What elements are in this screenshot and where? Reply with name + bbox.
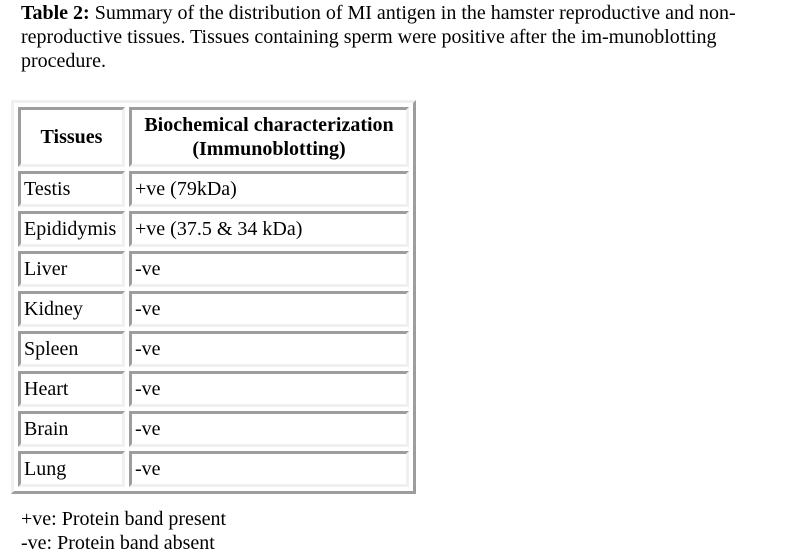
tissue-cell: Liver [18, 251, 125, 287]
header-biochemical-line1: Biochemical characterization [144, 114, 394, 136]
result-cell: -ve [129, 331, 409, 367]
header-tissues: Tissues [18, 107, 125, 167]
result-cell: +ve (79kDa) [129, 171, 409, 207]
tissue-cell: Kidney [18, 291, 125, 327]
tissue-cell: Testis [18, 171, 125, 207]
table-row: Spleen -ve [18, 331, 409, 367]
result-cell: -ve [129, 411, 409, 447]
tissue-cell: Lung [18, 451, 125, 487]
header-biochemical-line2: (Immunoblotting) [192, 138, 346, 160]
table-header-row: Tissues Biochemical characterization (Im… [18, 107, 409, 167]
result-cell: -ve [129, 371, 409, 407]
table-row: Heart -ve [18, 371, 409, 407]
result-cell: -ve [129, 251, 409, 287]
table-row: Liver -ve [18, 251, 409, 287]
table-row: Epididymis +ve (37.5 & 34 kDa) [18, 211, 409, 247]
footnote-positive: +ve: Protein band present [21, 508, 227, 530]
table-row: Lung -ve [18, 451, 409, 487]
footnote-negative: -ve: Protein band absent [21, 532, 215, 554]
tissue-distribution-table: Tissues Biochemical characterization (Im… [11, 100, 416, 494]
tissue-cell: Spleen [18, 331, 125, 367]
header-biochemical: Biochemical characterization (Immunoblot… [129, 107, 409, 167]
result-cell: +ve (37.5 & 34 kDa) [129, 211, 409, 247]
tissue-cell: Epididymis [18, 211, 125, 247]
result-cell: -ve [129, 291, 409, 327]
caption-label: Table 2: [21, 2, 90, 24]
result-cell: -ve [129, 451, 409, 487]
table-row: Brain -ve [18, 411, 409, 447]
footnotes: +ve: Protein band present -ve: Protein b… [21, 507, 226, 555]
table-caption: Table 2: Summary of the distribution of … [21, 1, 781, 73]
table-row: Testis +ve (79kDa) [18, 171, 409, 207]
tissue-cell: Heart [18, 371, 125, 407]
tissue-cell: Brain [18, 411, 125, 447]
table-row: Kidney -ve [18, 291, 409, 327]
caption-text: Summary of the distribution of MI antige… [21, 2, 736, 72]
